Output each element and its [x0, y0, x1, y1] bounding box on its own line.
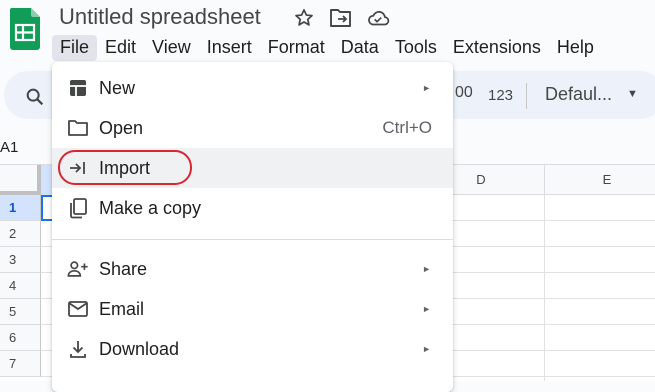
font-family-select[interactable]: Defaul... [545, 84, 612, 105]
menu-help[interactable]: Help [549, 35, 602, 61]
title-icons [292, 6, 390, 30]
menu-item-label: Email [99, 298, 145, 319]
submenu-arrow-icon: ► [422, 264, 431, 274]
menubar: File Edit View Insert Format Data Tools … [52, 35, 602, 61]
menu-item-import[interactable]: Import [52, 148, 453, 188]
cloud-saved-icon[interactable] [366, 6, 390, 30]
number-format-button[interactable]: 123 [488, 87, 513, 104]
menu-item-label: Download [99, 338, 180, 359]
menu-divider [52, 239, 453, 240]
row-header-6[interactable]: 6 [0, 325, 41, 351]
submenu-arrow-icon: ► [422, 304, 431, 314]
menu-item-label: Make a copy [99, 197, 202, 218]
sheets-logo-icon[interactable] [10, 8, 40, 50]
menu-item-new[interactable]: New ► [52, 68, 453, 108]
menu-item-make-a-copy[interactable]: Make a copy [52, 188, 453, 228]
row-header-1[interactable]: 1 [0, 195, 41, 221]
document-title[interactable]: Untitled spreadsheet [59, 4, 261, 30]
name-box[interactable]: A1 [0, 139, 18, 156]
menu-view[interactable]: View [144, 35, 199, 61]
menu-format[interactable]: Format [260, 35, 333, 61]
row-header-5[interactable]: 5 [0, 299, 41, 325]
column-header-e[interactable]: E [545, 165, 655, 195]
menu-insert[interactable]: Insert [199, 35, 260, 61]
menu-item-download[interactable]: Download ► [52, 329, 453, 369]
menu-item-label: Open [99, 117, 144, 138]
menu-item-label: New [99, 77, 136, 98]
folder-icon [67, 117, 89, 139]
copy-icon [67, 197, 89, 219]
shortcut-text: Ctrl+O [382, 118, 432, 137]
row-header-2[interactable]: 2 [0, 221, 41, 247]
menu-item-label: Import [99, 157, 151, 178]
row-header-3[interactable]: 3 [0, 247, 41, 273]
row-header-4[interactable]: 4 [0, 273, 41, 299]
search-menus-icon[interactable] [24, 86, 46, 113]
person-add-icon [67, 258, 89, 280]
menu-item-open[interactable]: Open Ctrl+O [52, 108, 453, 148]
menu-tools[interactable]: Tools [387, 35, 445, 61]
menu-data[interactable]: Data [333, 35, 387, 61]
download-icon [67, 338, 89, 360]
select-all-corner[interactable] [0, 165, 41, 195]
menu-edit[interactable]: Edit [97, 35, 144, 61]
row-header-7[interactable]: 7 [0, 351, 41, 377]
menu-item-label: Share [99, 258, 148, 279]
menu-item-email[interactable]: Email ► [52, 289, 453, 329]
import-arrow-icon [67, 157, 89, 179]
submenu-arrow-icon: ► [422, 344, 431, 354]
star-icon[interactable] [292, 6, 316, 30]
sheet-grid-icon [67, 77, 89, 99]
increase-decimal-button[interactable]: 00 [455, 84, 473, 102]
menu-extensions[interactable]: Extensions [445, 35, 549, 61]
toolbar-divider [526, 83, 527, 109]
menu-file[interactable]: File [52, 35, 98, 61]
font-dropdown-caret-icon[interactable]: ▼ [627, 88, 638, 100]
file-menu: New ► Open Ctrl+O Import Make a copy Sha… [52, 62, 453, 392]
mail-icon [67, 298, 89, 320]
menu-item-share[interactable]: Share ► [52, 249, 453, 289]
move-to-folder-icon[interactable] [329, 6, 353, 30]
grid-column-line [544, 195, 545, 381]
submenu-arrow-icon: ► [422, 83, 431, 93]
